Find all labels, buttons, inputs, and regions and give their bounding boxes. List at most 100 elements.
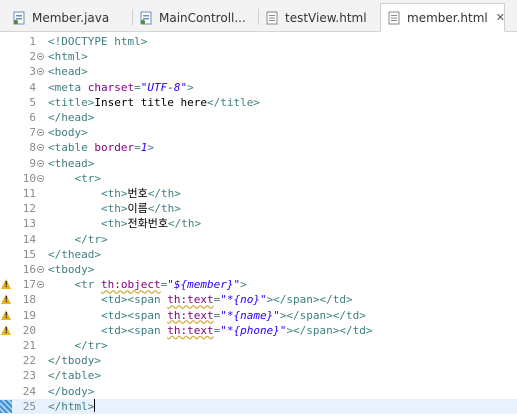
code-token: <tr	[74, 278, 101, 292]
line-number: 21	[22, 339, 36, 352]
warning-icon[interactable]	[1, 294, 11, 305]
code-token: "*{no}"	[220, 293, 267, 307]
code-line[interactable]: 7 <body>	[0, 125, 517, 140]
line-number: 13	[22, 217, 36, 231]
code-line[interactable]: 24 </body>	[0, 384, 517, 399]
line-number: 11	[22, 187, 36, 200]
tab-testview-html[interactable]: testView.html	[259, 4, 379, 31]
fold-toggle-icon[interactable]	[37, 53, 44, 61]
fold-toggle-icon[interactable]	[37, 129, 44, 137]
code-token: <tbody>	[48, 263, 95, 276]
code-line[interactable]: 14 </tr>	[0, 232, 517, 247]
code-line[interactable]: 23 </table>	[0, 368, 517, 383]
code-line[interactable]: 16 <tbody>	[0, 262, 517, 277]
code-line[interactable]: 13 <th>전화번호</th>	[0, 216, 517, 231]
line-number: 10	[22, 171, 36, 185]
code-token: <body>	[48, 126, 88, 140]
code-token: </thead>	[48, 247, 101, 261]
line-number: 5	[29, 95, 36, 109]
code-token: "${member}"	[167, 278, 241, 292]
code-text: <tr th:object="${member}">	[48, 277, 247, 292]
tab-member-java[interactable]: Member.java	[6, 4, 132, 31]
warning-icon[interactable]	[1, 279, 11, 290]
code-token: th:text	[167, 293, 214, 307]
code-token: >	[240, 278, 247, 292]
code-line[interactable]: 21 </tr>	[0, 338, 517, 353]
code-text: <table border=1>	[48, 140, 154, 155]
code-text: <html>	[48, 49, 88, 64]
code-line[interactable]: 25 </html>	[0, 398, 517, 414]
line-number: 19	[22, 308, 36, 322]
fold-toggle-icon[interactable]	[37, 68, 44, 76]
code-token: charset	[87, 80, 135, 94]
code-token: =	[134, 141, 141, 155]
code-line[interactable]: 4 <meta charset="UTF-8">	[0, 80, 517, 95]
tab-main-controller[interactable]: MainControll...	[133, 4, 258, 31]
line-number: 9	[29, 156, 36, 170]
code-editor[interactable]: 1 <!DOCTYPE html> 2 <html> 3 <head> 4 <meta cha…	[0, 32, 517, 419]
fold-toggle-icon[interactable]	[37, 266, 44, 273]
code-line[interactable]: 8 <table border=1>	[0, 140, 517, 155]
code-token: th:object	[101, 278, 161, 292]
line-number: 3	[29, 65, 36, 79]
code-token: <thead>	[48, 156, 95, 170]
line-number: 2	[29, 50, 36, 64]
fold-toggle-icon[interactable]	[37, 144, 44, 152]
code-token: "UTF-8"	[140, 80, 188, 94]
code-line[interactable]: 6 </head>	[0, 110, 517, 125]
code-line[interactable]: 5 <title>Insert title here</title>	[0, 95, 517, 110]
fold-toggle-icon[interactable]	[37, 159, 44, 167]
code-text: <thead>	[48, 156, 94, 171]
code-text: </html>	[48, 398, 96, 414]
html-file-icon	[387, 11, 401, 25]
code-line[interactable]: 22 </tbody>	[0, 353, 517, 368]
java-file-icon	[12, 11, 26, 25]
code-text: <title>Insert title here</title>	[48, 95, 260, 110]
tab-label: Member.java	[32, 10, 110, 25]
code-token: </th>	[167, 217, 202, 231]
line-number: 8	[29, 141, 36, 155]
code-line[interactable]: 17 <tr th:object="${member}">	[0, 277, 517, 292]
code-token: border	[94, 141, 135, 155]
fold-toggle-icon[interactable]	[37, 281, 44, 289]
code-line[interactable]: 10 <tr>	[0, 171, 517, 186]
code-text: </thead>	[48, 247, 101, 262]
code-text: <th>이름</th>	[48, 201, 181, 216]
warning-icon[interactable]	[1, 324, 11, 335]
code-token: <td><span	[100, 293, 168, 307]
line-number: 6	[29, 111, 36, 124]
code-line[interactable]: 15 </thead>	[0, 247, 517, 262]
code-line[interactable]: 3 <head>	[0, 64, 517, 79]
code-token: <td><span	[100, 308, 168, 322]
code-token: <table	[48, 141, 95, 155]
code-line[interactable]: 19 <td><span th:text="*{name}"></span></…	[0, 308, 517, 323]
tab-label: testView.html	[285, 10, 367, 25]
code-text: <!DOCTYPE html>	[48, 34, 147, 49]
line-number: 23	[22, 369, 36, 383]
code-line[interactable]: 18 <td><span th:text="*{no}"></span></td…	[0, 292, 517, 307]
code-line[interactable]: 9 <thead>	[0, 156, 517, 171]
tab-member-html[interactable]: member.html ✕	[380, 3, 505, 32]
code-text: </table>	[48, 368, 101, 383]
code-line[interactable]: 1 <!DOCTYPE html>	[0, 34, 517, 49]
code-token: </tr>	[74, 232, 108, 246]
close-icon[interactable]: ✕	[496, 11, 505, 24]
html-file-icon	[265, 11, 279, 25]
line-number: 16	[22, 263, 36, 276]
code-token: 번호	[127, 187, 148, 200]
warning-icon[interactable]	[1, 309, 11, 320]
editor-tab-bar: Member.java MainControll... testView.htm…	[0, 0, 517, 32]
code-text: <head>	[48, 64, 88, 79]
code-token: </head>	[48, 111, 95, 124]
code-line[interactable]: 20 <td><span th:text="*{phone}"></span><…	[0, 323, 517, 338]
code-line[interactable]: 12 <th>이름</th>	[0, 201, 517, 216]
code-text: <tbody>	[48, 262, 94, 277]
code-line[interactable]: 11 <th>번호</th>	[0, 186, 517, 201]
code-text: <th>번호</th>	[48, 186, 181, 201]
fold-toggle-icon[interactable]	[37, 174, 44, 182]
code-line[interactable]: 2 <html>	[0, 49, 517, 64]
